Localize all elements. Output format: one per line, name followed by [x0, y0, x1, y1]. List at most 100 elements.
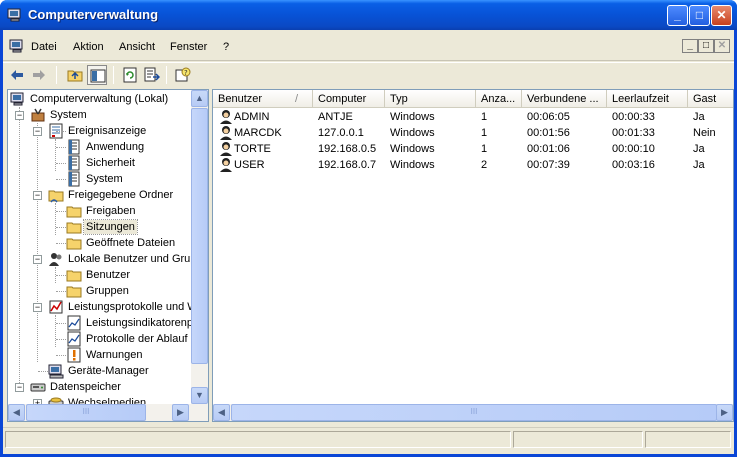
mdi-minimize-button[interactable]: _	[682, 39, 698, 53]
table-row[interactable]: USER 192.168.0.7 Windows 2 00:07:39 00:0…	[213, 157, 733, 173]
refresh-button[interactable]	[120, 65, 140, 85]
user-session-icon	[220, 158, 232, 172]
tree-item-alerts[interactable]: Warnungen	[8, 347, 194, 363]
collapse-toggle[interactable]: −	[33, 255, 42, 264]
column-header-leerlaufzeit[interactable]: Leerlaufzeit	[607, 90, 688, 108]
console-tree[interactable]: Computerverwaltung (Lokal) − System − Er…	[7, 89, 209, 422]
mdi-close-button[interactable]: ✕	[714, 39, 730, 53]
help-button[interactable]: ?	[173, 65, 193, 85]
back-button[interactable]	[7, 65, 27, 85]
tree-item-application-log[interactable]: Anwendung	[8, 139, 194, 155]
tree-item-shares[interactable]: Freigaben	[8, 203, 194, 219]
show-hide-tree-icon	[90, 69, 106, 83]
tree-vertical-scrollbar[interactable]: ▲ ▼	[191, 90, 208, 404]
list-header: Benutzer / Computer Typ Anza... Verbunde…	[213, 90, 733, 108]
tree-item-groups[interactable]: Gruppen	[8, 283, 194, 299]
tree-item-counter-logs[interactable]: Leistungsindikatorenp	[8, 315, 194, 331]
menu-help[interactable]: ?	[223, 41, 229, 53]
column-header-anzahl[interactable]: Anza...	[476, 90, 522, 108]
show-hide-tree-button[interactable]	[87, 65, 107, 85]
collapse-toggle[interactable]: −	[15, 383, 24, 392]
scroll-down-button[interactable]: ▼	[191, 387, 208, 404]
table-row[interactable]: MARCDK 127.0.0.1 Windows 1 00:01:56 00:0…	[213, 125, 733, 141]
sessions-list-view[interactable]: Benutzer / Computer Typ Anza... Verbunde…	[212, 89, 734, 422]
status-panel	[513, 431, 643, 448]
help-icon: ?	[175, 67, 191, 82]
tree-horizontal-scrollbar[interactable]: ◀ III ▶	[8, 404, 208, 421]
tree-item-system[interactable]: − System	[8, 107, 194, 123]
tree-item-system-log[interactable]: System	[8, 171, 194, 187]
table-row[interactable]: TORTE 192.168.0.5 Windows 1 00:01:06 00:…	[213, 141, 733, 157]
up-button[interactable]	[65, 65, 85, 85]
toolbar: ?	[3, 62, 734, 87]
toolbar-separator	[113, 66, 114, 84]
maximize-button[interactable]: □	[689, 5, 710, 26]
scroll-right-button[interactable]: ▶	[172, 404, 189, 421]
user-session-icon	[220, 142, 232, 156]
minimize-button[interactable]: _	[667, 5, 688, 26]
close-button[interactable]: ✕	[711, 5, 732, 26]
mdi-restore-button[interactable]: □	[698, 39, 714, 53]
up-folder-icon	[67, 70, 83, 82]
collapse-toggle[interactable]: −	[33, 303, 42, 312]
scroll-left-button[interactable]: ◀	[213, 404, 230, 421]
tree-item-event-viewer[interactable]: − Ereignisanzeige	[8, 123, 194, 139]
system-tools-icon	[31, 108, 45, 122]
tree-item-open-files[interactable]: Geöffnete Dateien	[8, 235, 194, 251]
event-log-icon	[68, 171, 80, 187]
scroll-thumb[interactable]: III	[26, 404, 146, 421]
status-panel	[645, 431, 731, 448]
computer-management-icon	[10, 92, 24, 106]
folder-icon	[66, 238, 82, 250]
storage-icon	[30, 383, 46, 392]
folder-icon	[66, 286, 82, 298]
tree-item-storage[interactable]: − Datenspeicher	[8, 379, 194, 395]
collapse-toggle[interactable]: −	[33, 127, 42, 136]
scroll-up-button[interactable]: ▲	[191, 90, 208, 107]
tree-item-users[interactable]: Benutzer	[8, 267, 194, 283]
column-header-verbundene[interactable]: Verbundene ...	[522, 90, 607, 108]
computer-management-icon	[7, 8, 21, 22]
scroll-right-button[interactable]: ▶	[716, 404, 733, 421]
column-header-typ[interactable]: Typ	[385, 90, 476, 108]
column-header-computer[interactable]: Computer	[313, 90, 385, 108]
menu-datei[interactable]: Datei	[31, 41, 57, 53]
tree-item-sessions[interactable]: Sitzungen	[8, 219, 194, 235]
menu-bar: Datei Aktion Ansicht Fenster ? _ □ ✕	[3, 30, 734, 61]
computer-management-icon[interactable]	[9, 38, 25, 54]
chart-log-icon	[67, 315, 81, 331]
refresh-icon	[123, 67, 137, 83]
status-bar	[3, 427, 734, 451]
tree-item-local-users[interactable]: − Lokale Benutzer und Grup	[8, 251, 196, 267]
collapse-toggle[interactable]: −	[33, 191, 42, 200]
forward-button[interactable]	[29, 65, 49, 85]
tree-item-computer-management[interactable]: Computerverwaltung (Lokal)	[10, 91, 196, 107]
tree-item-security-log[interactable]: Sicherheit	[8, 155, 194, 171]
menu-fenster[interactable]: Fenster	[170, 41, 207, 53]
computer-management-window: Computerverwaltung _ □ ✕ Datei Aktion An…	[0, 0, 737, 457]
menu-ansicht[interactable]: Ansicht	[119, 41, 155, 53]
sort-indicator-icon: /	[295, 93, 299, 105]
tree-item-performance-logs[interactable]: − Leistungsprotokolle und W	[8, 299, 198, 315]
table-row[interactable]: ADMIN ANTJE Windows 1 00:06:05 00:00:33 …	[213, 109, 733, 125]
scroll-thumb[interactable]	[191, 108, 208, 364]
tree-item-device-manager[interactable]: Geräte-Manager	[8, 363, 194, 379]
export-list-button[interactable]	[142, 65, 162, 85]
collapse-toggle[interactable]: −	[15, 111, 24, 120]
title-bar[interactable]: Computerverwaltung _ □ ✕	[0, 0, 737, 30]
tree-item-trace-logs[interactable]: Protokolle der Ablauf	[8, 331, 194, 347]
tree-item-shared-folders[interactable]: − Freigegebene Ordner	[8, 187, 194, 203]
menu-aktion[interactable]: Aktion	[73, 41, 104, 53]
column-header-benutzer[interactable]: Benutzer /	[213, 90, 313, 108]
user-session-icon	[220, 126, 232, 140]
scroll-left-button[interactable]: ◀	[8, 404, 25, 421]
alert-icon	[67, 347, 81, 363]
list-horizontal-scrollbar[interactable]: ◀ III ▶	[213, 404, 733, 421]
scroll-thumb[interactable]: III	[231, 404, 717, 421]
toolbar-separator	[166, 66, 167, 84]
export-list-icon	[144, 67, 160, 82]
window-title: Computerverwaltung	[28, 7, 159, 22]
column-header-gast[interactable]: Gast	[688, 90, 733, 108]
back-arrow-icon	[11, 70, 23, 80]
mdi-controls: _ □ ✕	[682, 39, 730, 53]
